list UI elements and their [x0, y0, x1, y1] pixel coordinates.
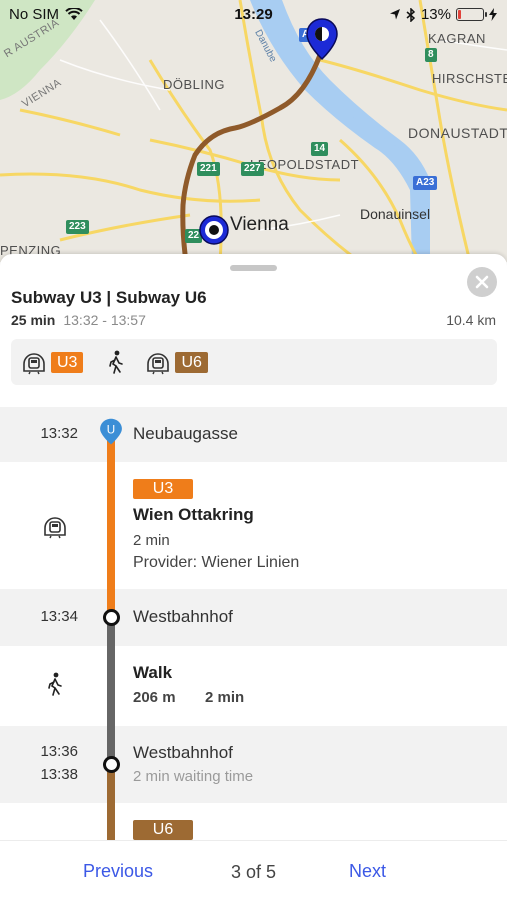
road-shield-221: 221	[197, 162, 220, 176]
route-time-range: 13:32 - 13:57	[63, 312, 146, 328]
route-details-sheet: Subway U3 | Subway U6 25 min 13:32 - 13:5…	[0, 254, 507, 900]
walk-icon	[109, 350, 124, 374]
road-shield-8: 8	[425, 48, 437, 62]
segment-destination: Wien Ottakring	[133, 505, 254, 524]
line-badge-u6: U6	[175, 351, 208, 373]
route-distance: 10.4 km	[446, 312, 496, 328]
arrival-time: 13:34	[40, 608, 78, 625]
subway-icon	[44, 517, 66, 539]
walk-duration: 2 min	[205, 689, 245, 706]
map-label-leopoldstadt: LEOPOLDSTADT	[250, 157, 360, 172]
line-badge-u3: U3	[51, 351, 84, 373]
charging-bolt-icon	[489, 8, 497, 21]
close-icon	[475, 275, 489, 289]
line-badge-u3: U3	[133, 479, 193, 499]
walk-icon	[48, 672, 62, 696]
waiting-time: 2 min waiting time	[133, 768, 254, 785]
route-bar-u3	[107, 434, 115, 617]
stop-name: Neubaugasse	[133, 424, 238, 443]
timeline-stop-neubaugasse[interactable]: 13:32 Neubaugasse	[0, 407, 507, 462]
previous-button[interactable]: Previous	[83, 861, 153, 882]
walk-distance: 206 m	[133, 689, 176, 706]
walk-title: Walk	[133, 663, 173, 682]
map-label-donauinsel: Donauinsel	[360, 206, 431, 222]
departure-time: 13:32	[40, 425, 78, 442]
route-title: Subway U3 | Subway U6	[11, 288, 207, 307]
subway-stop-pin-icon: U	[100, 418, 122, 445]
pagination-footer: Previous 3 of 5 Next	[0, 840, 507, 901]
battery-icon	[456, 8, 487, 21]
route-bar-walk	[107, 617, 115, 764]
sheet-grabber-handle[interactable]	[230, 265, 277, 271]
next-button[interactable]: Next	[349, 861, 386, 882]
map-label-vienna: Vienna	[230, 214, 289, 235]
road-shield-a23: A23	[413, 176, 438, 190]
road	[19, 108, 121, 137]
departure-time: 13:38	[40, 766, 78, 783]
location-arrow-icon	[389, 9, 400, 20]
segment-duration: 2 min	[133, 532, 170, 549]
route-bar-u6	[107, 764, 115, 844]
street	[99, 19, 161, 111]
stop-node	[103, 756, 120, 773]
map-label-donaustadt: DONAUSTADT	[408, 125, 507, 141]
pin-letter: U	[107, 424, 115, 437]
stop-name: Westbahnhof	[133, 743, 233, 762]
route-duration: 25 min	[11, 312, 56, 328]
status-bar: No SIM 13:29 13%	[0, 0, 507, 28]
segment-provider: Provider: Wiener Linien	[133, 554, 300, 571]
map-label-hirschstetten: HIRSCHSTE	[432, 71, 507, 86]
page-indicator: 3 of 5	[230, 862, 277, 882]
route-map[interactable]: R AUSTRIA VIENNA Danube DÖBLING LEOPOLDS…	[0, 0, 507, 262]
subway-icon	[147, 353, 170, 375]
stop-name: Westbahnhof	[133, 607, 233, 626]
line-badge-u6: U6	[133, 820, 193, 840]
subway-icon	[23, 353, 45, 375]
route-summary: 25 min 13:32 - 13:57	[11, 312, 146, 328]
bluetooth-icon	[406, 7, 416, 22]
timeline-segment-walk[interactable]: Walk 206 m 2 min	[0, 646, 507, 726]
stop-node	[103, 609, 120, 626]
close-button[interactable]	[467, 267, 497, 297]
timeline-segment-u6[interactable]: U6	[0, 803, 507, 843]
timeline-segment-u3[interactable]: U3 Wien Ottakring 2 min Provider: Wiener…	[0, 462, 507, 589]
road-shield-223: 223	[66, 220, 89, 234]
arrival-time: 13:36	[40, 743, 78, 760]
map-label-dobling: DÖBLING	[163, 77, 226, 92]
battery-percentage: 13%	[420, 6, 451, 23]
road-shield-227: 227	[241, 162, 264, 176]
map-label-kagran: KAGRAN	[428, 31, 486, 46]
timeline-stop-westbahnhof[interactable]: 13:34 Westbahnhof	[0, 589, 507, 646]
timeline-transfer-westbahnhof[interactable]: 13:36 13:38 Westbahnhof 2 min waiting ti…	[0, 726, 507, 803]
origin-marker-icon[interactable]	[198, 214, 230, 246]
route-legs-summary: U3 U6	[11, 339, 497, 385]
road-shield-14: 14	[311, 142, 329, 156]
